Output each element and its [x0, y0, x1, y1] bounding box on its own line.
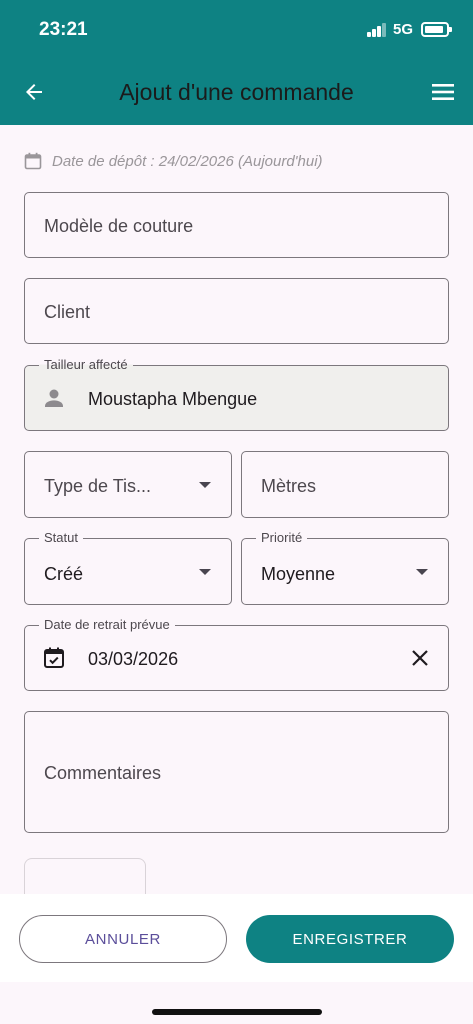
- pickup-date-field[interactable]: Date de retrait prévue 03/03/2026: [24, 617, 449, 691]
- app-bar: Ajout d'une commande: [0, 60, 473, 125]
- priority-value: Moyenne: [261, 564, 336, 584]
- deposit-date-text: Date de dépôt : 24/02/2026 (Aujourd'hui): [52, 152, 323, 170]
- calendar-check-icon: [44, 647, 64, 668]
- fabric-type-dropdown[interactable]: Type de Tis...: [24, 451, 232, 518]
- status-value: Créé: [44, 564, 84, 584]
- fabric-type-placeholder: Type de Tis...: [44, 476, 152, 496]
- comments-field[interactable]: Commentaires: [24, 711, 449, 833]
- status-bar: 23:21 5G: [0, 0, 473, 60]
- home-indicator[interactable]: [152, 1009, 322, 1015]
- model-field[interactable]: Modèle de couture: [24, 192, 449, 258]
- priority-label: Priorité: [256, 530, 308, 545]
- priority-dropdown[interactable]: Priorité Moyenne: [241, 530, 449, 605]
- bottom-action-bar: ANNULER ENREGISTRER: [0, 894, 473, 982]
- dropdown-arrow-icon: [199, 482, 211, 488]
- client-placeholder: Client: [44, 302, 91, 322]
- battery-icon: [421, 22, 452, 37]
- client-field[interactable]: Client: [24, 278, 449, 344]
- status-dropdown[interactable]: Statut Créé: [24, 530, 232, 605]
- page-title: Ajout d'une commande: [119, 79, 354, 105]
- pickup-date-label: Date de retrait prévue: [39, 617, 175, 632]
- hamburger-menu-icon[interactable]: [431, 81, 455, 103]
- arrow-left-icon[interactable]: [22, 80, 46, 104]
- tailor-field[interactable]: Tailleur affecté Moustapha Mbengue: [24, 357, 449, 431]
- save-button[interactable]: ENREGISTRER: [246, 915, 454, 963]
- close-icon[interactable]: [410, 648, 430, 668]
- meters-field[interactable]: Mètres: [241, 451, 449, 518]
- tailor-value: Moustapha Mbengue: [88, 389, 258, 409]
- network-label: 5G: [393, 21, 414, 38]
- model-placeholder: Modèle de couture: [44, 216, 194, 236]
- dropdown-arrow-icon: [199, 569, 211, 575]
- calendar-icon: [24, 152, 42, 170]
- comments-placeholder: Commentaires: [44, 763, 162, 783]
- deposit-date: Date de dépôt : 24/02/2026 (Aujourd'hui): [24, 150, 323, 172]
- cancel-button[interactable]: ANNULER: [19, 915, 227, 963]
- status-label: Statut: [39, 530, 83, 545]
- pickup-date-value: 03/03/2026: [88, 649, 179, 669]
- person-icon: [45, 389, 63, 407]
- tailor-label: Tailleur affecté: [39, 357, 133, 372]
- signal-icon: [367, 23, 387, 37]
- home-area: [0, 982, 473, 1024]
- meters-placeholder: Mètres: [261, 476, 317, 496]
- status-time: 23:21: [39, 19, 88, 40]
- dropdown-arrow-icon: [416, 569, 428, 575]
